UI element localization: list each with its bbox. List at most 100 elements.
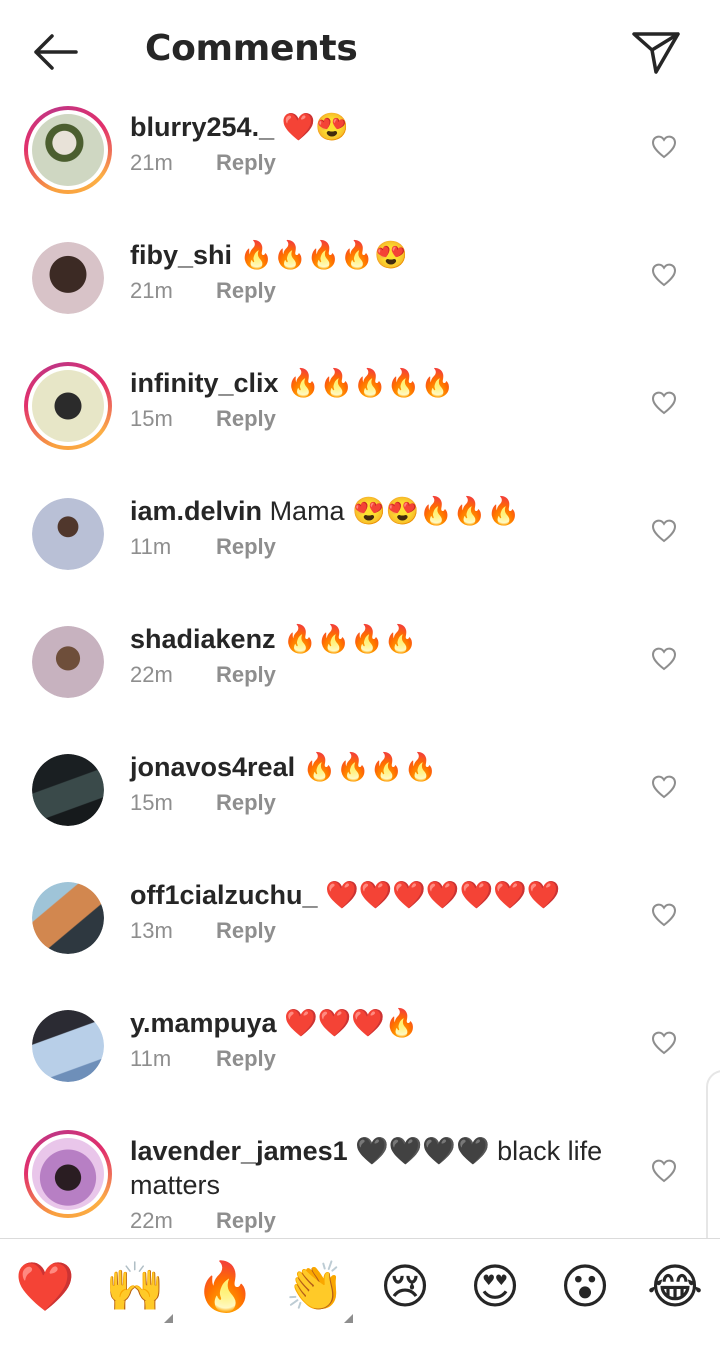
comment-meta: 21m Reply <box>130 278 620 308</box>
avatar[interactable] <box>32 242 104 314</box>
comment-line: shadiakenz 🔥🔥🔥🔥 <box>130 622 620 656</box>
emoji-glyph: 😢 <box>379 1259 431 1315</box>
heart-icon <box>651 775 677 804</box>
avatar[interactable] <box>32 498 104 570</box>
reply-button[interactable]: Reply <box>216 534 276 559</box>
comment-row: off1cialzuchu_ ❤️❤️❤️❤️❤️❤️❤️ 13m Reply <box>0 868 720 996</box>
emoji-button[interactable]: 🔥 <box>195 1257 255 1317</box>
emoji-button[interactable]: ❤️ <box>15 1257 75 1317</box>
variant-indicator-icon <box>344 1314 353 1323</box>
comment-line: fiby_shi 🔥🔥🔥🔥😍 <box>130 238 620 272</box>
comment-row: fiby_shi 🔥🔥🔥🔥😍 21m Reply <box>0 228 720 356</box>
comment-username[interactable]: fiby_shi <box>130 240 232 270</box>
avatar[interactable] <box>32 754 104 826</box>
comment-text-block: jonavos4real 🔥🔥🔥🔥 15m Reply <box>130 750 620 820</box>
comment-username[interactable]: shadiakenz <box>130 624 276 654</box>
emoji-button[interactable]: 👏 <box>285 1257 353 1323</box>
emoji-glyph: 😍 <box>469 1259 521 1315</box>
comment-username[interactable]: blurry254._ <box>130 112 274 142</box>
comment-meta: 22m Reply <box>130 662 620 692</box>
emoji-glyph: 🔥 <box>195 1259 255 1315</box>
comment-meta: 15m Reply <box>130 790 620 820</box>
comment-line: iam.delvin Mama 😍😍🔥🔥🔥 <box>130 494 620 528</box>
like-button[interactable] <box>651 646 677 672</box>
comment-body: Mama 😍😍🔥🔥🔥 <box>269 496 521 526</box>
comment-line: lavender_james1 🖤🖤🖤🖤 black life matters <box>130 1134 620 1202</box>
emoji-button[interactable]: 😂 <box>645 1257 705 1317</box>
avatar[interactable] <box>32 1010 104 1082</box>
like-button[interactable] <box>651 262 677 288</box>
avatar-image <box>32 626 104 698</box>
heart-icon <box>651 263 677 292</box>
comment-row: lavender_james1 🖤🖤🖤🖤 black life matters 2… <box>0 1124 720 1238</box>
comment-username[interactable]: infinity_clix <box>130 368 279 398</box>
heart-icon <box>651 519 677 548</box>
reply-button[interactable]: Reply <box>216 790 276 815</box>
avatar-image <box>32 1010 104 1082</box>
emoji-button[interactable]: 😢 <box>375 1257 435 1317</box>
comment-meta: 11m Reply <box>130 1046 620 1076</box>
share-button[interactable] <box>628 26 684 78</box>
reply-button[interactable]: Reply <box>216 278 276 303</box>
comment-line: off1cialzuchu_ ❤️❤️❤️❤️❤️❤️❤️ <box>130 878 620 912</box>
avatar[interactable] <box>32 882 104 954</box>
comment-username[interactable]: lavender_james1 <box>130 1136 348 1166</box>
avatar-image <box>32 498 104 570</box>
avatar[interactable] <box>32 626 104 698</box>
arrow-left-icon <box>34 34 78 70</box>
comment-username[interactable]: off1cialzuchu_ <box>130 880 318 910</box>
avatar[interactable] <box>24 1130 112 1218</box>
emoji-glyph: 👏 <box>285 1259 345 1315</box>
comment-time: 15m <box>130 790 173 815</box>
emoji-button[interactable]: 🙌 <box>105 1257 173 1323</box>
emoji-glyph: 🙌 <box>105 1259 165 1315</box>
comment-row: y.mampuya ❤️❤️❤️🔥 11m Reply <box>0 996 720 1124</box>
comment-text-block: off1cialzuchu_ ❤️❤️❤️❤️❤️❤️❤️ 13m Reply <box>130 878 620 948</box>
comment-text-block: lavender_james1 🖤🖤🖤🖤 black life matters 2… <box>130 1134 620 1238</box>
emoji-glyph: 😮 <box>559 1259 611 1315</box>
heart-icon <box>651 1159 677 1188</box>
reply-button[interactable]: Reply <box>216 662 276 687</box>
like-button[interactable] <box>651 1158 677 1184</box>
comment-username[interactable]: iam.delvin <box>130 496 262 526</box>
like-button[interactable] <box>651 1030 677 1056</box>
comment-meta: 11m Reply <box>130 534 620 564</box>
comment-row: iam.delvin Mama 😍😍🔥🔥🔥 11m Reply <box>0 484 720 612</box>
back-button[interactable] <box>28 28 84 76</box>
emoji-button[interactable]: 😮 <box>555 1257 615 1317</box>
comment-line: blurry254._ ❤️😍 <box>130 110 620 144</box>
comment-time: 11m <box>130 534 172 559</box>
header: Comments <box>0 0 720 100</box>
comment-row: shadiakenz 🔥🔥🔥🔥 22m Reply <box>0 612 720 740</box>
avatar-image <box>32 1138 104 1210</box>
comment-body: 🔥🔥🔥🔥 <box>283 624 418 654</box>
comment-text-block: blurry254._ ❤️😍 21m Reply <box>130 110 620 180</box>
reply-button[interactable]: Reply <box>216 150 276 175</box>
avatar-image <box>32 882 104 954</box>
avatar[interactable] <box>24 362 112 450</box>
avatar-image <box>32 754 104 826</box>
comment-body: 🔥🔥🔥🔥 <box>302 752 438 782</box>
comment-list[interactable]: blurry254._ ❤️😍 21m Reply fiby_shi 🔥🔥🔥🔥😍 21m… <box>0 100 720 1238</box>
heart-icon <box>651 391 677 420</box>
reply-button[interactable]: Reply <box>216 1208 276 1233</box>
like-button[interactable] <box>651 134 677 160</box>
heart-icon <box>651 647 677 676</box>
reply-button[interactable]: Reply <box>216 1046 276 1071</box>
comment-row: jonavos4real 🔥🔥🔥🔥 15m Reply <box>0 740 720 868</box>
avatar-image <box>32 370 104 442</box>
comment-line: infinity_clix 🔥🔥🔥🔥🔥 <box>130 366 620 400</box>
comment-username[interactable]: jonavos4real <box>130 752 295 782</box>
comment-line: y.mampuya ❤️❤️❤️🔥 <box>130 1006 620 1040</box>
like-button[interactable] <box>651 774 677 800</box>
like-button[interactable] <box>651 902 677 928</box>
like-button[interactable] <box>651 390 677 416</box>
avatar[interactable] <box>24 106 112 194</box>
comment-username[interactable]: y.mampuya <box>130 1008 277 1038</box>
comment-text-block: infinity_clix 🔥🔥🔥🔥🔥 15m Reply <box>130 366 620 436</box>
emoji-button[interactable]: 😍 <box>465 1257 525 1317</box>
reply-button[interactable]: Reply <box>216 918 276 943</box>
comment-body: 🔥🔥🔥🔥😍 <box>239 240 408 270</box>
reply-button[interactable]: Reply <box>216 406 276 431</box>
like-button[interactable] <box>651 518 677 544</box>
